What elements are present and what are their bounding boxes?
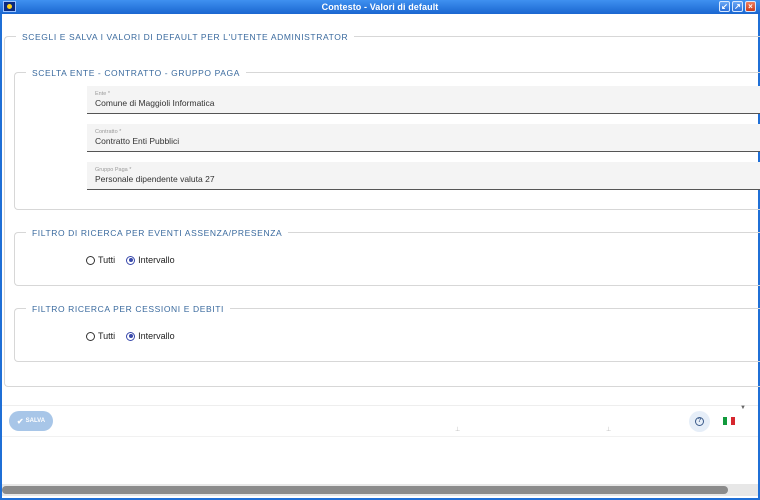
help-button[interactable]: ? xyxy=(689,411,710,432)
resize-handle-icon[interactable]: ⊥ xyxy=(606,426,611,433)
save-button-label: SALVA xyxy=(25,418,46,424)
page-title: SCEGLI E SALVA I VALORI DI DEFAULT PER L… xyxy=(16,32,355,42)
filtro-cessioni-tutti-label[interactable]: Tutti xyxy=(98,331,115,341)
contratto-field[interactable]: Contratto * Contratto Enti Pubblici xyxy=(87,124,760,152)
filtro-eventi-legend: FILTRO DI RICERCA PER EVENTI ASSENZA/PRE… xyxy=(26,228,289,238)
save-button[interactable]: ✔ SALVA xyxy=(9,411,53,431)
check-icon: ✔ xyxy=(16,416,24,426)
ente-field[interactable]: Ente * Comune di Maggioli Informatica xyxy=(87,86,760,114)
ente-contratto-legend: SCELTA ENTE - CONTRATTO - GRUPPO PAGA xyxy=(26,68,246,78)
window-controls: ↙ ↗ × xyxy=(719,1,756,12)
gruppo-paga-field-value: Personale dipendente valuta 27 xyxy=(95,174,215,184)
filtro-eventi-radio-group: Tutti Intervallo xyxy=(86,255,186,265)
contratto-field-value: Contratto Enti Pubblici xyxy=(95,136,180,146)
gruppo-paga-field-label: Gruppo Paga * xyxy=(95,167,132,173)
footer-divider xyxy=(2,436,758,437)
filtro-eventi-tutti-radio[interactable] xyxy=(86,255,95,265)
help-icon: ? xyxy=(695,417,704,426)
title-bar: Contesto - Valori di default ↙ ↗ × xyxy=(0,0,760,14)
filtro-eventi-tutti-label[interactable]: Tutti xyxy=(98,255,115,265)
filtro-cessioni-intervallo-label[interactable]: Intervallo xyxy=(138,331,175,341)
ente-field-value: Comune di Maggioli Informatica xyxy=(95,98,215,108)
filtro-cessioni-tutti-radio[interactable] xyxy=(86,331,95,341)
close-icon[interactable]: × xyxy=(745,1,756,12)
filtro-cessioni-legend: FILTRO RICERCA PER CESSIONI E DEBITI xyxy=(26,304,230,314)
ente-field-label: Ente * xyxy=(95,91,110,97)
resize-handle-icon[interactable]: ⊥ xyxy=(455,426,460,433)
app-icon xyxy=(3,1,16,12)
filtro-cessioni-radio-group: Tutti Intervallo xyxy=(86,331,186,341)
maximize-icon[interactable]: ↗ xyxy=(732,1,743,12)
window-title: Contesto - Valori di default xyxy=(321,2,439,12)
horizontal-scrollbar-thumb[interactable] xyxy=(2,486,728,494)
footer-bar xyxy=(2,405,758,436)
chevron-down-icon[interactable]: ▼ xyxy=(740,405,746,411)
filtro-cessioni-intervallo-radio[interactable] xyxy=(126,331,136,341)
gruppo-paga-field[interactable]: Gruppo Paga * Personale dipendente valut… xyxy=(87,162,760,190)
filtro-eventi-intervallo-label[interactable]: Intervallo xyxy=(138,255,175,265)
contratto-field-label: Contratto * xyxy=(95,129,122,135)
filtro-eventi-intervallo-radio[interactable] xyxy=(126,255,136,265)
it-flag-icon[interactable] xyxy=(723,417,735,425)
minimize-icon[interactable]: ↙ xyxy=(719,1,730,12)
